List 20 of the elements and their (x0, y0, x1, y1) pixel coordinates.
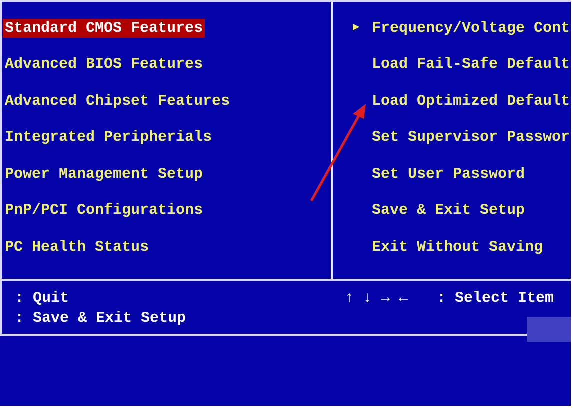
menu-item[interactable]: Advanced BIOS Features (3, 55, 206, 74)
menu-item[interactable]: PnP/PCI Configurations (3, 201, 206, 220)
menu-item[interactable]: Advanced Chipset Features (3, 92, 232, 111)
menu-item[interactable]: Standard CMOS Features (3, 18, 206, 38)
submenu-marker: ▶ (353, 22, 361, 34)
menu-item[interactable]: Load Optimized Default (370, 92, 571, 111)
menu-item[interactable]: Frequency/Voltage Cont (370, 18, 571, 38)
menu-item[interactable]: Set User Password (370, 164, 528, 184)
menu-item[interactable]: Set Supervisor Passwor (370, 128, 571, 148)
shaded-block (527, 317, 571, 342)
menu-item[interactable]: Exit Without Saving (370, 238, 546, 257)
help-text: : Select Item (437, 289, 554, 309)
help-text: : Save & Exit Setup (15, 309, 188, 329)
menu-item[interactable]: Load Fail-Safe Default (370, 55, 571, 74)
menu-item[interactable]: Power Management Setup (3, 164, 206, 184)
menu-item[interactable]: PC Health Status (3, 238, 152, 257)
menu-item[interactable]: Integrated Peripherials (3, 128, 214, 148)
help-text: : Quit (15, 289, 70, 309)
menu-item[interactable]: Save & Exit Setup (370, 201, 528, 220)
arrow-keys-text: ↑ ↓ → ← (345, 289, 410, 309)
